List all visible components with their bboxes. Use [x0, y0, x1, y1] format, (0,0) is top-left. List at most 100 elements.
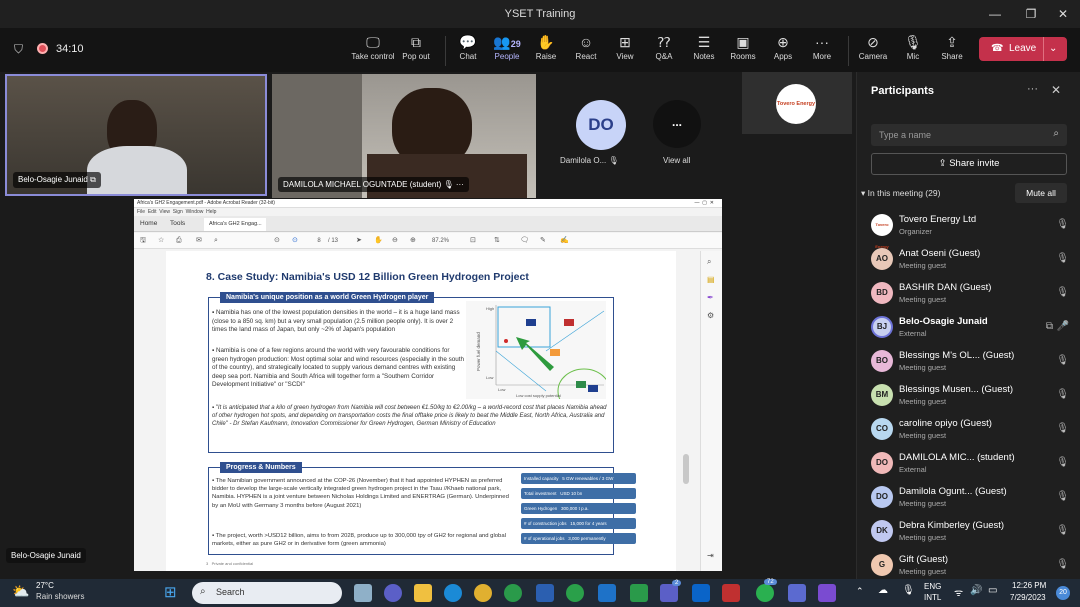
menu-sign[interactable]: Sign [173, 209, 183, 215]
menu-edit[interactable]: Edit [148, 209, 157, 215]
tab-document[interactable]: Africa's GH2 Engag... [204, 218, 266, 231]
menu-help[interactable]: Help [206, 209, 216, 215]
menu-file[interactable]: File [137, 209, 145, 215]
hand-tool-icon[interactable]: ✋ [374, 233, 383, 249]
battery-icon[interactable]: ▭ [988, 585, 997, 596]
more-icon[interactable]: ··· [456, 180, 464, 189]
page-number-input[interactable]: 8 [312, 233, 326, 249]
weather-cloud-icon[interactable]: ⛅ [12, 583, 29, 600]
fit-page-icon[interactable]: ⊡ [470, 233, 476, 249]
more-icon[interactable]: ··· [1027, 83, 1038, 95]
mic-off-icon[interactable]: 🎙 [902, 585, 915, 596]
store-icon[interactable] [598, 584, 616, 602]
people-button[interactable]: 👥29 People [485, 32, 529, 61]
chrome-profile-icon[interactable] [504, 584, 522, 602]
app-icon[interactable] [788, 584, 806, 602]
view-all-label[interactable]: View all [663, 156, 690, 165]
save-icon[interactable]: 🖫 [140, 233, 146, 249]
clock-date[interactable]: 7/29/2023 [1010, 593, 1046, 602]
camera-button[interactable]: ⊘ Camera [851, 32, 895, 61]
avatar-do[interactable]: DO [576, 100, 626, 150]
organizer-tile[interactable]: Tovero Energy [742, 72, 852, 134]
comment-icon[interactable]: ▤ [707, 275, 715, 284]
star-icon[interactable]: ☆ [158, 233, 164, 249]
chrome-alt-icon[interactable] [566, 584, 584, 602]
mail-icon[interactable]: ✉ [196, 233, 202, 249]
video-tile-speaker[interactable]: Belo-Osagie Junaid ⧉ [5, 74, 267, 196]
search-icon[interactable]: ⌕ [707, 257, 711, 267]
download-app-icon[interactable] [630, 584, 648, 602]
scroll-mode-icon[interactable]: ⇅ [494, 233, 500, 249]
chrome-icon[interactable] [474, 584, 492, 602]
pdf-window-controls[interactable]: — ▢ ✕ [695, 199, 714, 208]
teams-chat-icon[interactable] [384, 584, 402, 602]
rooms-button[interactable]: ▣ Rooms [721, 32, 765, 61]
whatsapp-icon[interactable] [756, 584, 774, 602]
word-icon[interactable] [536, 584, 554, 602]
print-icon[interactable]: ⎙ [176, 233, 182, 249]
teams-classic-icon[interactable] [818, 584, 836, 602]
participant-search-input[interactable]: Type a name ⌕ [871, 124, 1067, 146]
tab-tools[interactable]: Tools [170, 220, 185, 227]
participant-row[interactable]: DO DAMILOLA MIC... (student) External 🎙 [857, 447, 1080, 481]
take-control-button[interactable]: 🖵 Take control [350, 32, 396, 61]
apps-button[interactable]: ⊕ Apps [761, 32, 805, 61]
participant-row[interactable]: BJ Belo-Osagie Junaid External ⧉ 🎤 [857, 311, 1080, 345]
close-icon[interactable]: ✕ [1048, 4, 1078, 24]
participant-row[interactable]: AO Anat Oseni (Guest) Meeting guest 🎙 [857, 243, 1080, 277]
menu-view[interactable]: View [159, 209, 170, 215]
share-invite-button[interactable]: ⇪ Share invite [871, 153, 1067, 175]
wifi-icon[interactable]: ᯤ [954, 585, 963, 599]
chevron-up-icon[interactable]: ⌃ [856, 586, 864, 597]
share-button[interactable]: ⇪ Share [930, 32, 974, 61]
mute-all-button[interactable]: Mute all [1015, 183, 1067, 203]
react-button[interactable]: ☺ React [564, 32, 608, 61]
participant-row[interactable]: CO caroline opiyo (Guest) Meeting guest … [857, 413, 1080, 447]
zoom-out-icon[interactable]: ⊖ [392, 233, 398, 249]
pop-out-button[interactable]: ⧉ Pop out [394, 32, 438, 61]
keyboard-layout[interactable]: INTL [924, 593, 941, 602]
tools-icon[interactable]: ⚙ [707, 311, 714, 320]
view-all-icon[interactable]: ... [653, 100, 701, 148]
participant-row[interactable]: BD BASHIR DAN (Guest) Meeting guest 🎙 [857, 277, 1080, 311]
outlook-icon[interactable] [692, 584, 710, 602]
expand-icon[interactable]: ⇥ [707, 551, 714, 560]
menu-window[interactable]: Window [186, 209, 204, 215]
page-up-icon[interactable]: ⊙ [274, 233, 280, 249]
participant-row[interactable]: BO Blessings M's OL... (Guest) Meeting g… [857, 345, 1080, 379]
zoom-search-icon[interactable]: ⌕ [214, 233, 218, 249]
fill-sign-icon[interactable]: ✒ [707, 293, 714, 302]
tab-home[interactable]: Home [140, 220, 157, 227]
task-view-icon[interactable] [354, 584, 372, 602]
cloud-icon[interactable]: ☁ [878, 585, 888, 596]
more-button[interactable]: ··· More [800, 32, 844, 61]
minimize-icon[interactable]: — [980, 4, 1010, 24]
comment-icon[interactable]: 🗨 [520, 233, 529, 249]
edge-browser-icon[interactable] [444, 584, 462, 602]
chevron-down-icon[interactable]: ⌄ [1049, 37, 1057, 61]
cursor-icon[interactable]: ➤ [356, 233, 362, 249]
close-icon[interactable]: ✕ [1051, 83, 1061, 97]
highlight-icon[interactable]: ✎ [540, 233, 546, 249]
clock-time[interactable]: 12:26 PM [1012, 581, 1046, 590]
zoom-level[interactable]: 87.2% [432, 233, 449, 249]
raise-hand-button[interactable]: ✋ Raise [524, 32, 568, 61]
zoom-in-icon[interactable]: ⊕ [410, 233, 416, 249]
restore-icon[interactable]: ❐ [1016, 4, 1046, 24]
participant-row[interactable]: BM Blessings Musen... (Guest) Meeting gu… [857, 379, 1080, 413]
view-button[interactable]: ⊞ View [603, 32, 647, 61]
page-down-icon[interactable]: ⊙ [292, 233, 298, 249]
participant-row[interactable]: DK Debra Kimberley (Guest) Meeting guest… [857, 515, 1080, 549]
chat-button[interactable]: 💬 Chat [446, 32, 490, 61]
taskbar-search-box[interactable]: ⌕ Search [192, 582, 342, 604]
pdf-scrollbar[interactable] [683, 454, 689, 484]
participant-row[interactable]: G Gift (Guest) Meeting guest 🎙 [857, 549, 1080, 583]
teams-icon[interactable] [660, 584, 678, 602]
acrobat-icon[interactable] [722, 584, 740, 602]
volume-icon[interactable]: 🔊 [970, 585, 982, 596]
file-explorer-icon[interactable] [414, 584, 432, 602]
qa-button[interactable]: ⁇ Q&A [642, 32, 686, 61]
participant-row[interactable]: DO Damilola Ogunt... (Guest) Meeting gue… [857, 481, 1080, 515]
notes-button[interactable]: ☰ Notes [682, 32, 726, 61]
language-code[interactable]: ENG [924, 582, 941, 591]
